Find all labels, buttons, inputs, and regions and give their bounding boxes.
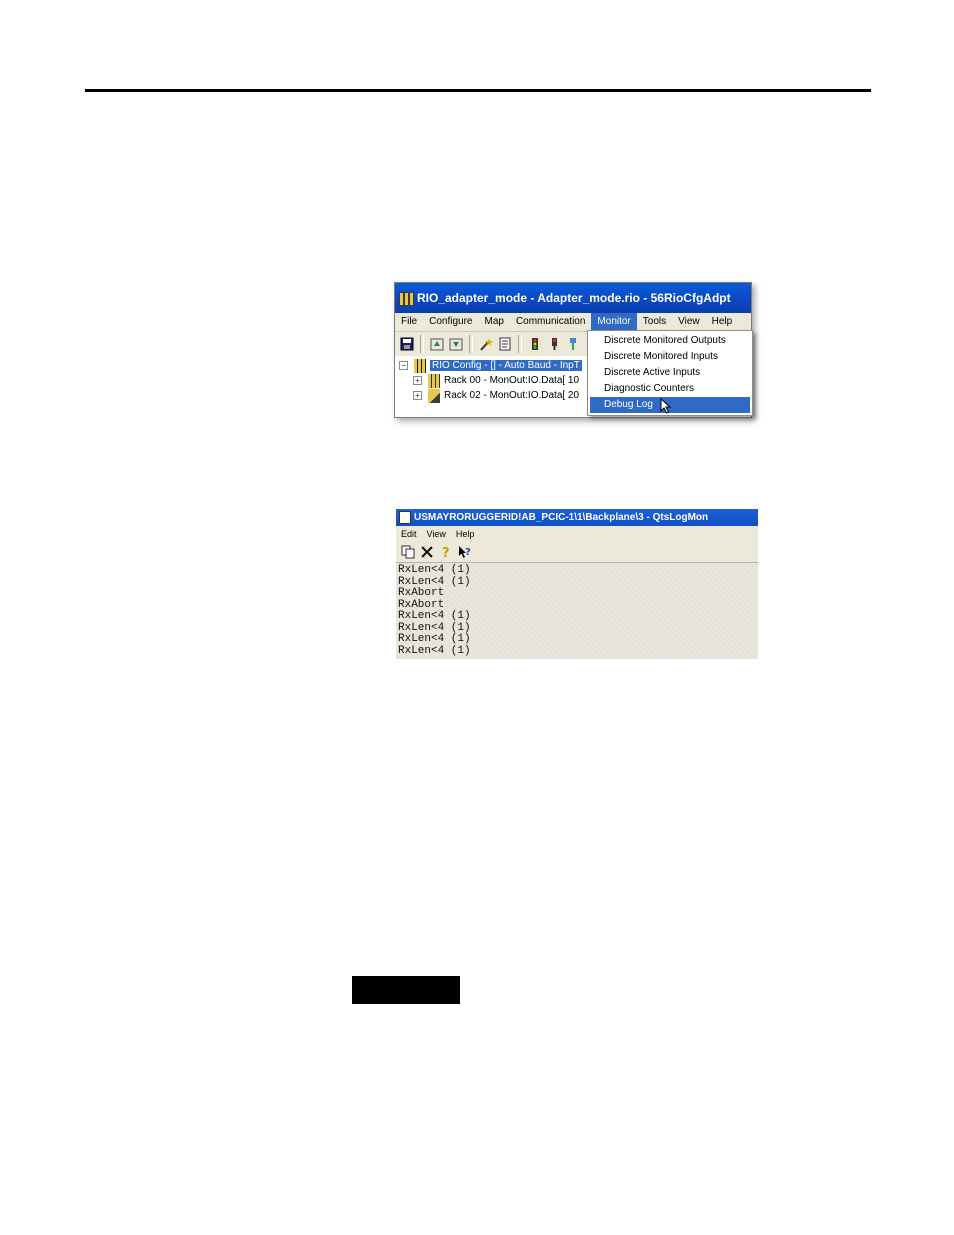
traffic-light-icon[interactable] xyxy=(527,336,543,352)
menu-item-diagnostic-counters[interactable]: Diagnostic Counters xyxy=(590,381,750,397)
log-toolbar: ? ? xyxy=(396,542,758,563)
upload-icon[interactable] xyxy=(429,336,445,352)
rio-config-icon xyxy=(414,358,426,373)
page-top-rule xyxy=(85,89,871,92)
expand-icon[interactable]: + xyxy=(413,391,422,400)
menu-view[interactable]: View xyxy=(672,313,706,331)
log-line: RxLen<4 (1) xyxy=(398,575,471,588)
save-icon[interactable] xyxy=(399,336,415,352)
app-icon xyxy=(399,290,414,306)
menu-help[interactable]: Help xyxy=(451,527,480,541)
log-line: RxLen<4 (1) xyxy=(398,644,471,657)
collapse-icon[interactable]: − xyxy=(399,361,408,370)
label-box xyxy=(352,976,460,1004)
menu-file[interactable]: File xyxy=(395,313,423,331)
menu-communication[interactable]: Communication xyxy=(510,313,591,331)
menu-tools[interactable]: Tools xyxy=(637,313,672,331)
signal-red-icon[interactable] xyxy=(546,336,562,352)
expand-icon[interactable]: + xyxy=(413,376,422,385)
tree-rack-02-label[interactable]: Rack 02 - MonOut:IO.Data[ 20 xyxy=(444,390,579,401)
delete-icon[interactable] xyxy=(419,544,435,560)
menu-item-discrete-active-inputs[interactable]: Discrete Active Inputs xyxy=(590,365,750,381)
toolbar-separator xyxy=(469,335,473,353)
tree-root-label[interactable]: RIO Config - [] - Auto Baud - InpT xyxy=(430,360,582,371)
menu-configure[interactable]: Configure xyxy=(423,313,478,331)
log-monitor-window-screenshot: USMAYRORUGGERID!AB_PCIC-1\1\Backplane\3 … xyxy=(396,509,758,659)
menu-view[interactable]: View xyxy=(422,527,451,541)
menu-map[interactable]: Map xyxy=(478,313,509,331)
log-menu-bar: Edit View Help xyxy=(396,526,758,542)
rack-icon xyxy=(428,388,440,403)
menu-monitor[interactable]: Monitor xyxy=(591,313,637,331)
debug-log-output: RxLen<4 (1) RxLen<4 (1) RxAbort RxAbort … xyxy=(396,563,758,659)
svg-text:?: ? xyxy=(465,547,471,558)
mouse-cursor-icon xyxy=(660,398,672,414)
menu-edit[interactable]: Edit xyxy=(396,527,422,541)
rack-icon xyxy=(428,373,440,388)
download-icon[interactable] xyxy=(448,336,464,352)
menu-item-discrete-monitored-outputs[interactable]: Discrete Monitored Outputs xyxy=(590,333,750,349)
network-icon[interactable] xyxy=(565,336,581,352)
rio-config-window-screenshot: RIO_adapter_mode - Adapter_mode.rio - 56… xyxy=(394,282,753,418)
log-line: RxLen<4 (1) xyxy=(398,564,471,576)
report-icon[interactable] xyxy=(497,336,513,352)
tree-rack-00-label[interactable]: Rack 00 - MonOut:IO.Data[ 10 xyxy=(444,375,579,386)
menu-item-discrete-monitored-inputs[interactable]: Discrete Monitored Inputs xyxy=(590,349,750,365)
toolbar-separator xyxy=(518,335,522,353)
toolbar-separator xyxy=(420,335,424,353)
wand-icon[interactable] xyxy=(478,336,494,352)
log-window-title: USMAYRORUGGERID!AB_PCIC-1\1\Backplane\3 … xyxy=(414,512,709,523)
log-line: RxLen<4 (1) xyxy=(398,610,471,622)
log-window-title-bar: USMAYRORUGGERID!AB_PCIC-1\1\Backplane\3 … xyxy=(396,509,758,526)
help-icon[interactable]: ? xyxy=(438,544,454,560)
copy-icon[interactable] xyxy=(400,544,416,560)
svg-text:?: ? xyxy=(442,546,450,559)
context-help-icon[interactable]: ? xyxy=(457,544,473,560)
document-icon xyxy=(399,511,411,524)
window-title-bar: RIO_adapter_mode - Adapter_mode.rio - 56… xyxy=(395,283,751,313)
window-title: RIO_adapter_mode - Adapter_mode.rio - 56… xyxy=(417,291,731,305)
menu-help[interactable]: Help xyxy=(706,313,739,331)
log-line: RxLen<4 (1) xyxy=(398,633,471,645)
log-line: RxAbort xyxy=(398,587,445,599)
